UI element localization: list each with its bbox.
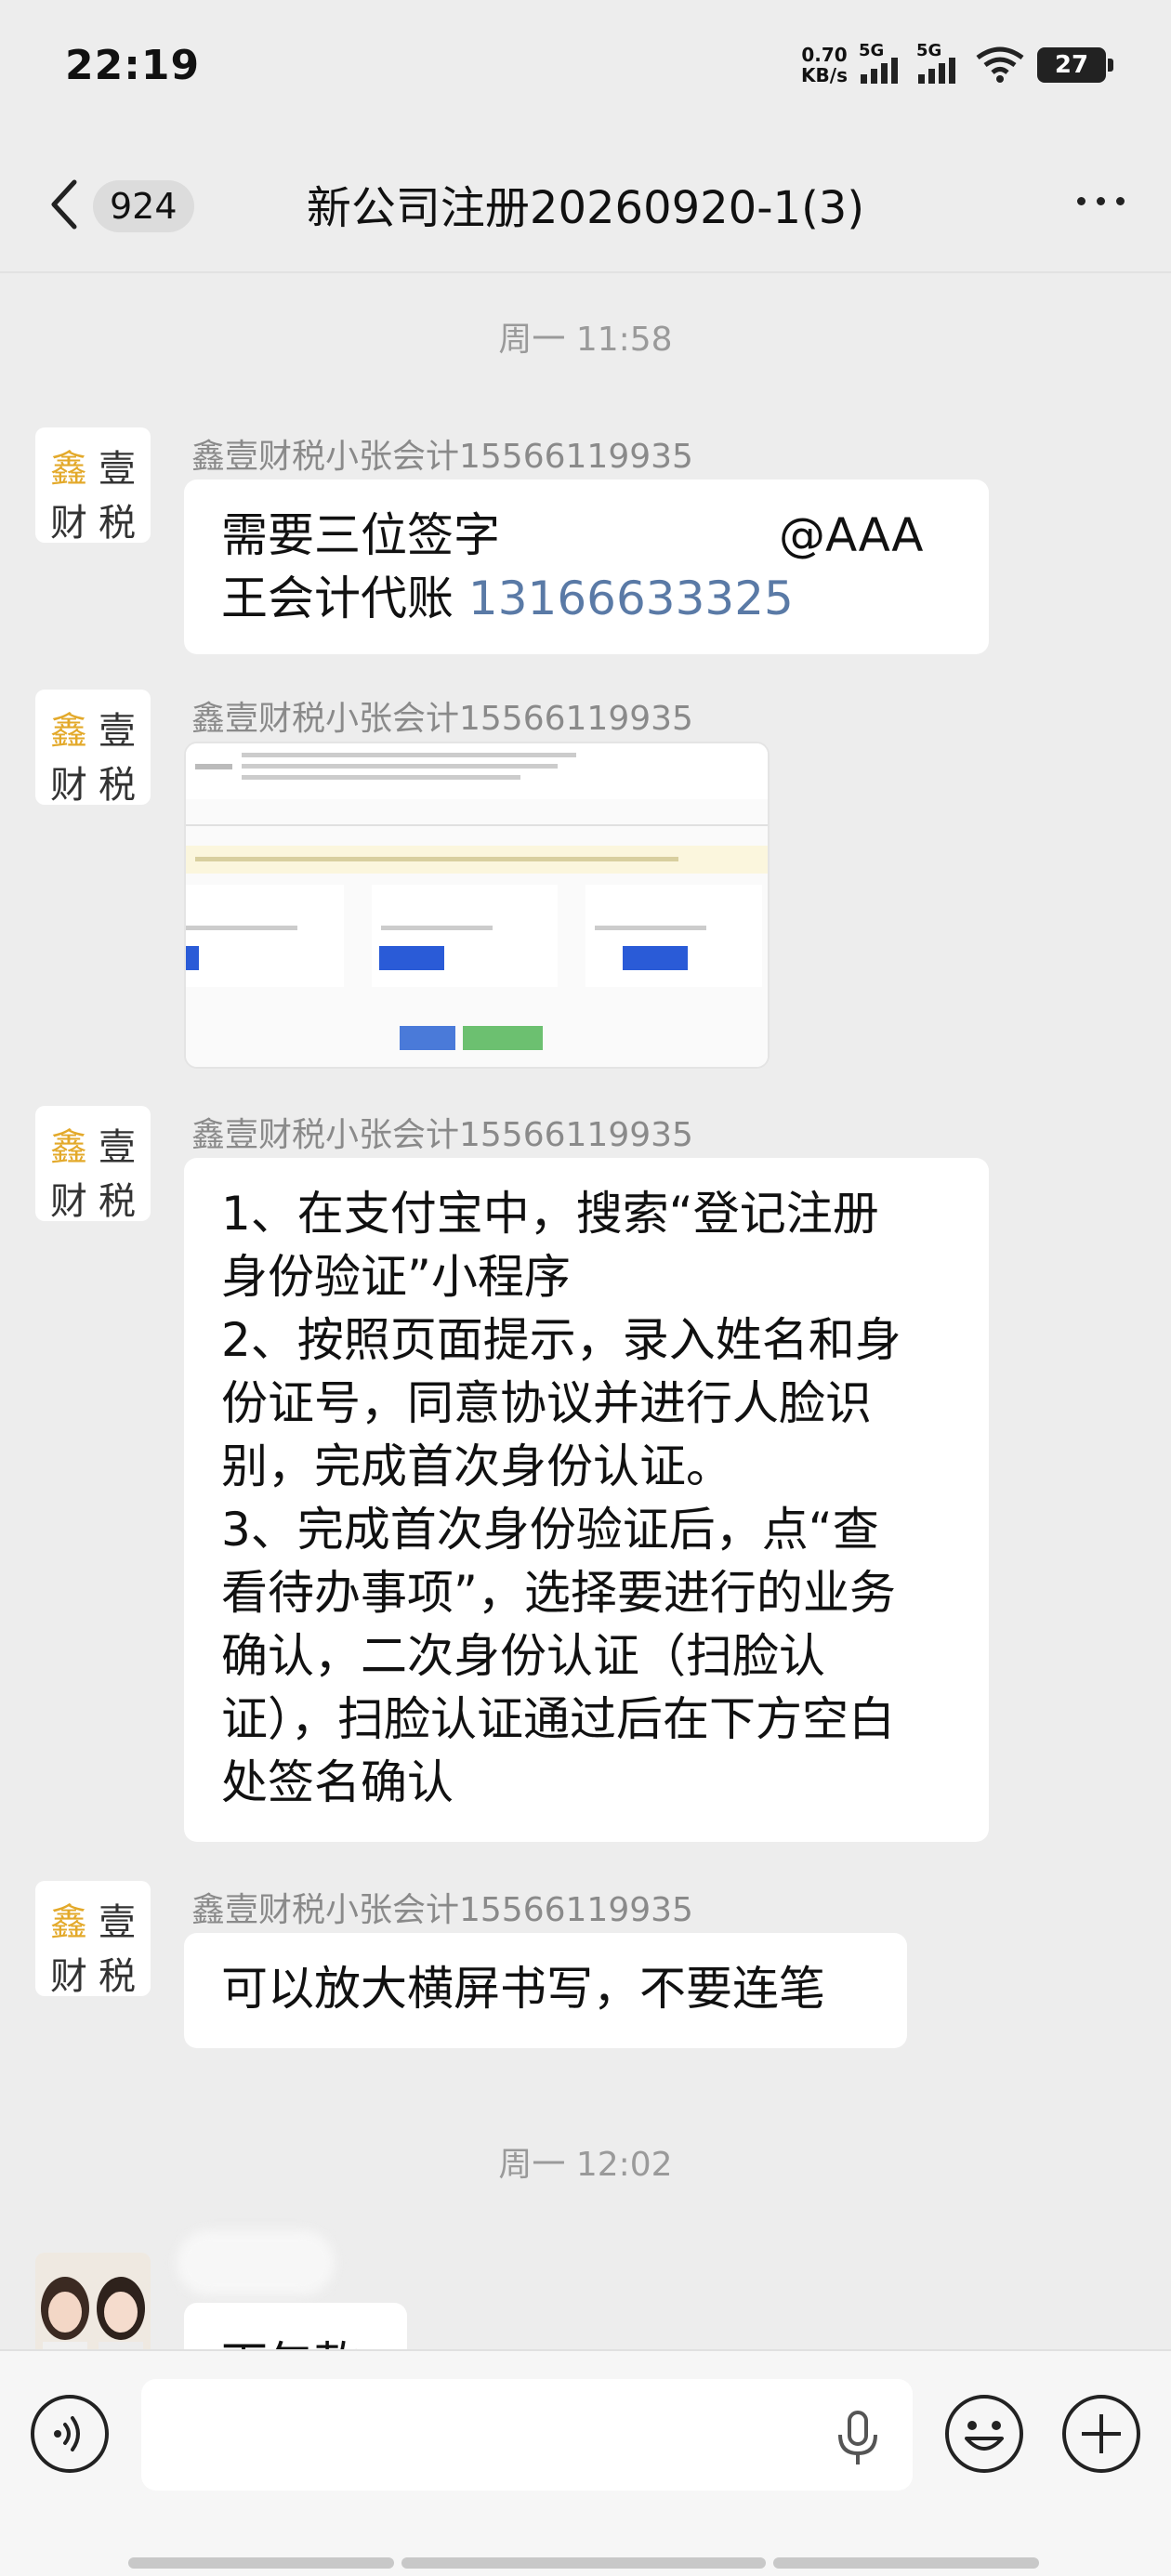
status-time: 22:19 xyxy=(65,41,201,89)
avatar-char: 财 xyxy=(50,502,87,545)
avatar-char: 鑫 xyxy=(50,710,87,753)
avatar-char: 财 xyxy=(50,764,87,807)
mention[interactable]: @AAA xyxy=(779,508,923,562)
message-line: 2、按照页面提示，录入姓名和身 xyxy=(221,1313,901,1367)
avatar-char: 鑫 xyxy=(50,1901,87,1944)
avatar-char: 壹 xyxy=(99,448,136,491)
avatar-char: 税 xyxy=(99,764,136,807)
message-line: 别，完成首次身份认证。 xyxy=(221,1439,732,1493)
avatar-char: 财 xyxy=(50,1955,87,1998)
avatar[interactable]: 鑫 壹 财 税 xyxy=(35,427,151,545)
message-line: 王会计代账 13166633325 xyxy=(221,567,952,630)
avatar-char: 鑫 xyxy=(50,448,87,491)
signal-icon: 5G xyxy=(916,41,963,84)
status-bar: 22:19 0.70 KB/s 5G 5G 27 xyxy=(0,0,1171,130)
battery-icon: 27 xyxy=(1037,47,1113,83)
signal-icon: 5G xyxy=(859,41,905,84)
chat-header: 924 新公司注册20260920-1(3) xyxy=(0,130,1171,269)
header-divider xyxy=(0,271,1171,273)
sender-name: 鑫壹财税小张会计15566119935 xyxy=(191,1116,693,1154)
message-input[interactable] xyxy=(141,2379,913,2491)
emoji-icon[interactable] xyxy=(944,2394,1024,2474)
gesture-bar xyxy=(128,2557,1039,2570)
avatar-char: 税 xyxy=(99,1180,136,1223)
timestamp: 周一 11:58 xyxy=(498,321,673,359)
avatar-char: 壹 xyxy=(99,1901,136,1944)
avatar-char: 壹 xyxy=(99,1126,136,1169)
chat-title: 新公司注册20260920-1(3) xyxy=(306,182,865,234)
sender-name: 鑫壹财税小张会计15566119935 xyxy=(191,700,693,738)
avatar-char: 壹 xyxy=(99,710,136,753)
timestamp: 周一 12:02 xyxy=(498,2146,673,2184)
net-speed-value: 0.70 xyxy=(801,44,848,66)
message-line: 3、完成首次身份验证后，点“查 xyxy=(221,1503,879,1557)
avatar-char: 财 xyxy=(50,1180,87,1223)
avatar-char: 鑫 xyxy=(50,1126,87,1169)
message-bubble[interactable]: 可以放大横屏书写，不要连笔 xyxy=(184,1933,907,2048)
net-speed-unit: KB/s xyxy=(801,64,848,86)
status-icons: 0.70 KB/s 5G 5G 27 xyxy=(801,41,1113,85)
plus-icon[interactable] xyxy=(1061,2394,1141,2474)
message-bubble[interactable]: 1、在支付宝中，搜索“登记注册 身份验证”小程序 2、按照页面提示，录入姓名和身… xyxy=(184,1158,989,1842)
avatar[interactable]: 鑫 壹 财 税 xyxy=(35,1106,151,1223)
more-icon[interactable] xyxy=(1077,197,1125,205)
message-line: 份证号，同意协议并进行人脸识 xyxy=(221,1376,872,1430)
signal-label: 5G xyxy=(859,41,885,60)
message-line: 确认，二次身份认证（扫脸认 xyxy=(221,1629,825,1683)
message-text: 需要三位签字 xyxy=(221,508,500,562)
avatar-char: 税 xyxy=(99,502,136,545)
voice-icon[interactable] xyxy=(30,2394,110,2474)
signal-label: 5G xyxy=(916,41,942,60)
message-line: 身份验证”小程序 xyxy=(221,1250,571,1304)
blurred-sender-name xyxy=(177,2230,335,2295)
message-bubble[interactable]: 需要三位签字 @AAA 王会计代账 13166633325 xyxy=(184,480,989,654)
sender-name: 鑫壹财税小张会计15566119935 xyxy=(191,1891,693,1929)
message-line: 看待办事项”，选择要进行的业务 xyxy=(221,1566,896,1620)
net-speed: 0.70 KB/s xyxy=(801,45,848,85)
image-message[interactable] xyxy=(184,742,770,1069)
input-bar xyxy=(0,2349,1171,2576)
mic-icon[interactable] xyxy=(835,2411,881,2466)
phone-link[interactable]: 13166633325 xyxy=(468,572,794,625)
message-line: 需要三位签字 @AAA xyxy=(221,504,952,567)
avatar-char: 税 xyxy=(99,1955,136,1998)
message-line: 处签名确认 xyxy=(221,1755,454,1809)
sender-name: 鑫壹财税小张会计15566119935 xyxy=(191,438,693,476)
screenshot-thumbnail xyxy=(186,743,768,1067)
avatar[interactable]: 鑫 壹 财 税 xyxy=(35,1881,151,1998)
message-text: 可以放大横屏书写，不要连笔 xyxy=(221,1962,825,2016)
message-line: 证），扫脸认证通过后在下方空白 xyxy=(221,1692,895,1746)
wifi-icon xyxy=(976,46,1024,83)
message-text: 王会计代账 xyxy=(221,572,468,625)
avatar[interactable]: 鑫 壹 财 税 xyxy=(35,690,151,807)
message-line: 1、在支付宝中，搜索“登记注册 xyxy=(221,1187,879,1241)
